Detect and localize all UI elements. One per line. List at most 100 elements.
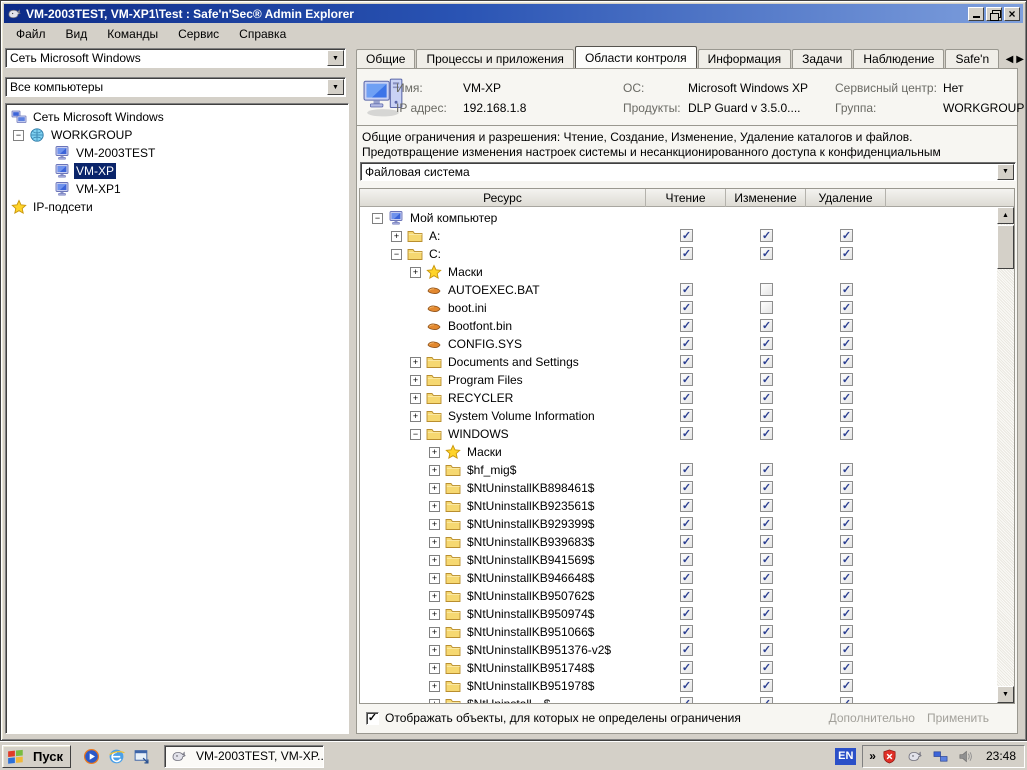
show-desktop-icon[interactable]	[133, 748, 150, 765]
read-checkbox[interactable]	[680, 535, 693, 548]
delete-checkbox[interactable]	[840, 499, 853, 512]
modify-checkbox[interactable]	[760, 373, 773, 386]
delete-checkbox[interactable]	[840, 409, 853, 422]
read-checkbox[interactable]	[680, 247, 693, 260]
resource-row-documents-and-settings[interactable]: + Documents and Settings	[360, 353, 1014, 371]
tree-item-workgroup[interactable]: − WORKGROUP	[6, 126, 348, 144]
tab-задачи[interactable]: Задачи	[792, 49, 853, 68]
delete-checkbox[interactable]	[840, 535, 853, 548]
column-header[interactable]: Изменение	[726, 189, 806, 207]
read-checkbox[interactable]	[680, 625, 693, 638]
chevron-down-icon[interactable]	[997, 163, 1014, 180]
modify-checkbox[interactable]	[760, 283, 773, 296]
resource-row-$ntuninstallkb946648$[interactable]: + $NtUninstallKB946648$	[360, 569, 1014, 587]
expander-icon[interactable]: +	[391, 230, 402, 242]
resource-row-autoexec.bat[interactable]: AUTOEXEC.BAT	[360, 281, 1014, 299]
read-checkbox[interactable]	[680, 481, 693, 494]
resource-row-маски[interactable]: + Маски	[360, 443, 1014, 461]
expander-icon[interactable]: +	[429, 554, 440, 566]
computers-filter-select[interactable]: Все компьютеры	[5, 77, 346, 97]
resource-row-$ntuninstallkb951376-v2$[interactable]: + $NtUninstallKB951376-v2$	[360, 641, 1014, 659]
tab-общие[interactable]: Общие	[356, 49, 416, 68]
expander-icon[interactable]: +	[410, 356, 421, 368]
read-checkbox[interactable]	[680, 373, 693, 386]
tree-item-vm-xp1[interactable]: VM-XP1	[6, 180, 348, 198]
resource-row-$ntuninstallkb950974$[interactable]: + $NtUninstallKB950974$	[360, 605, 1014, 623]
resource-row-boot.ini[interactable]: boot.ini	[360, 299, 1014, 317]
delete-checkbox[interactable]	[840, 571, 853, 584]
safensec-rhino-icon[interactable]	[907, 748, 923, 764]
minimize-button[interactable]	[968, 6, 984, 21]
read-checkbox[interactable]	[680, 517, 693, 530]
delete-checkbox[interactable]	[840, 301, 853, 314]
expander-icon[interactable]: −	[391, 248, 402, 260]
delete-checkbox[interactable]	[840, 517, 853, 530]
scrollbar-thumb[interactable]	[997, 225, 1014, 269]
tree-item-ip-подсети[interactable]: IP-подсети	[6, 198, 348, 216]
read-checkbox[interactable]	[680, 463, 693, 476]
expander-icon[interactable]: −	[372, 212, 383, 224]
read-checkbox[interactable]	[680, 355, 693, 368]
resource-row-a:[interactable]: + A:	[360, 227, 1014, 245]
taskbar-task-button[interactable]: VM-2003TEST, VM-XP...	[164, 744, 324, 768]
read-checkbox[interactable]	[680, 301, 693, 314]
read-checkbox[interactable]	[680, 607, 693, 620]
expander-icon[interactable]: +	[429, 644, 440, 656]
tab-safe-n[interactable]: Safe'n	[945, 49, 1000, 68]
read-checkbox[interactable]	[680, 337, 693, 350]
expander-icon[interactable]: +	[429, 662, 440, 674]
tab-информация[interactable]: Информация	[697, 49, 792, 68]
read-checkbox[interactable]	[680, 499, 693, 512]
expander-icon[interactable]: +	[429, 590, 440, 602]
resource-row-$hf_mig$[interactable]: + $hf_mig$	[360, 461, 1014, 479]
delete-checkbox[interactable]	[840, 229, 853, 242]
menu-item[interactable]: Сервис	[168, 25, 229, 44]
modify-checkbox[interactable]	[760, 409, 773, 422]
column-header[interactable]: Ресурс	[360, 189, 646, 207]
language-indicator[interactable]: EN	[835, 747, 857, 765]
modify-checkbox[interactable]	[760, 499, 773, 512]
modify-checkbox[interactable]	[760, 553, 773, 566]
resource-row-config.sys[interactable]: CONFIG.SYS	[360, 335, 1014, 353]
resource-row-c:[interactable]: − C:	[360, 245, 1014, 263]
modify-checkbox[interactable]	[760, 355, 773, 368]
delete-checkbox[interactable]	[840, 427, 853, 440]
resource-row-system-volume-information[interactable]: + System Volume Information	[360, 407, 1014, 425]
modify-checkbox[interactable]	[760, 589, 773, 602]
delete-checkbox[interactable]	[840, 607, 853, 620]
volume-icon[interactable]	[958, 749, 973, 764]
internet-explorer-icon[interactable]	[108, 748, 125, 765]
delete-checkbox[interactable]	[840, 661, 853, 674]
read-checkbox[interactable]	[680, 589, 693, 602]
delete-checkbox[interactable]	[840, 283, 853, 296]
tab-наблюдение[interactable]: Наблюдение	[853, 49, 945, 68]
resource-row-recycler[interactable]: + RECYCLER	[360, 389, 1014, 407]
read-checkbox[interactable]	[680, 391, 693, 404]
read-checkbox[interactable]	[680, 553, 693, 566]
delete-checkbox[interactable]	[840, 643, 853, 656]
tree-item-vm-2003test[interactable]: VM-2003TEST	[6, 144, 348, 162]
read-checkbox[interactable]	[680, 679, 693, 692]
expander-icon[interactable]: +	[429, 500, 440, 512]
resource-row-$ntuninstallkb898461$[interactable]: + $NtUninstallKB898461$	[360, 479, 1014, 497]
expander-icon[interactable]: +	[429, 680, 440, 692]
resource-row-$ntuninstallkb939683$[interactable]: + $NtUninstallKB939683$	[360, 533, 1014, 551]
delete-checkbox[interactable]	[840, 247, 853, 260]
scroll-down-icon[interactable]: ▼	[997, 686, 1014, 703]
menu-item[interactable]: Команды	[97, 25, 168, 44]
read-checkbox[interactable]	[680, 409, 693, 422]
resource-row-windows[interactable]: − WINDOWS	[360, 425, 1014, 443]
read-checkbox[interactable]	[680, 643, 693, 656]
modify-checkbox[interactable]	[760, 607, 773, 620]
expander-icon[interactable]: −	[410, 428, 421, 440]
resource-row-$ntuninstallkb950762$[interactable]: + $NtUninstallKB950762$	[360, 587, 1014, 605]
modify-checkbox[interactable]	[760, 229, 773, 242]
resource-row-$ntuninstallkb951066$[interactable]: + $NtUninstallKB951066$	[360, 623, 1014, 641]
scope-select[interactable]: Файловая система	[360, 162, 1016, 181]
expander-icon[interactable]: +	[429, 572, 440, 584]
resource-row-bootfont.bin[interactable]: Bootfont.bin	[360, 317, 1014, 335]
modify-checkbox[interactable]	[760, 391, 773, 404]
security-shield-icon[interactable]	[882, 749, 897, 764]
menu-item[interactable]: Файл	[6, 25, 56, 44]
modify-checkbox[interactable]	[760, 535, 773, 548]
